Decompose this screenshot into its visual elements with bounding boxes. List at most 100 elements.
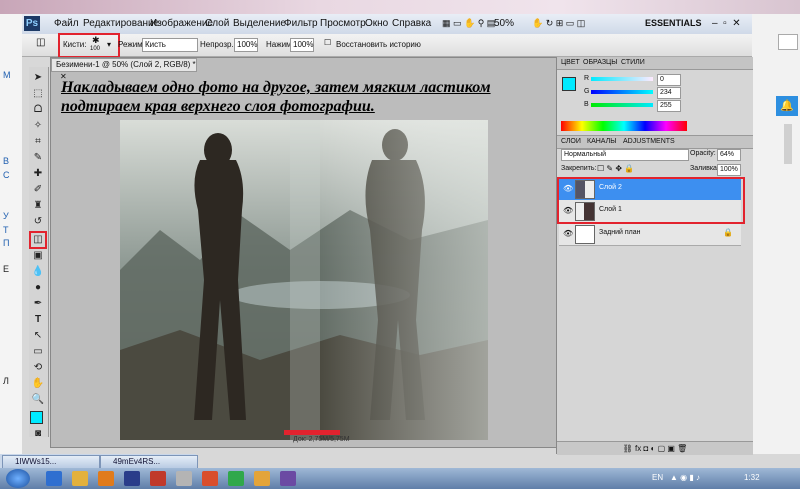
clock[interactable]: 1:32 (744, 473, 760, 482)
photoshop-task-icon[interactable] (124, 471, 140, 486)
mode-label: Режим: (118, 40, 145, 49)
window-controls[interactable]: – ▫ ✕ (712, 18, 741, 29)
tab-channels[interactable]: КАНАЛЫ (587, 138, 616, 145)
quick-mask-icon[interactable]: ◙ (31, 427, 45, 441)
pen-tool-icon[interactable]: ✒ (31, 297, 45, 311)
b-label: B (584, 101, 589, 108)
view-icons[interactable]: ✋ ↻ ⊞ ▭ ◫ (532, 18, 585, 29)
history-brush-icon[interactable]: ↺ (31, 215, 45, 229)
r-slider[interactable] (591, 77, 653, 81)
layer-row-background[interactable]: 👁 Задний план 🔒 (559, 223, 741, 246)
strip-letter: Е (3, 264, 10, 274)
b-slider[interactable] (591, 103, 653, 107)
opacity-label: Непрозр.: (200, 40, 236, 49)
layer-opacity-input[interactable]: 64% (717, 149, 741, 161)
doc-status: Док: 2,75M/5,75M (293, 436, 350, 443)
chevron-down-icon[interactable]: ▾ (107, 40, 111, 49)
app-icon[interactable] (202, 471, 218, 486)
menu-help[interactable]: Справка (392, 18, 431, 29)
eye-icon[interactable]: 👁 (563, 184, 573, 193)
healing-brush-icon[interactable]: ✚ (31, 167, 45, 181)
toolbar-icons[interactable]: ▦ ▭ ✋ ⚲ ▤ (442, 18, 495, 29)
scrollbar-thumb[interactable] (784, 124, 792, 164)
eraser-tool-icon[interactable]: ◫ (29, 231, 47, 249)
g-slider[interactable] (591, 90, 653, 94)
3d-rotate-icon[interactable]: ⟲ (31, 361, 45, 375)
opacity-input[interactable]: 100% (234, 38, 258, 52)
mode-select[interactable]: Кисть (142, 38, 198, 52)
tab-swatches[interactable]: ОБРАЗЦЫ (583, 59, 617, 66)
layer-row-layer1[interactable]: 👁 Слой 1 (559, 200, 741, 223)
chrome-icon[interactable] (254, 471, 270, 486)
tab-layers[interactable]: СЛОИ (561, 138, 581, 145)
gradient-tool-icon[interactable]: ▣ (31, 249, 45, 263)
color-spectrum-bar[interactable] (561, 121, 687, 131)
app-icon[interactable] (176, 471, 192, 486)
app-icon[interactable] (228, 471, 244, 486)
menu-view[interactable]: Просмотр (320, 18, 366, 29)
ie-icon[interactable] (46, 471, 62, 486)
document-tab[interactable]: Безимени-1 @ 50% (Слой 2, RGB/8) * ✕ (51, 58, 197, 81)
lock-icons[interactable]: ☐ ✎ ✥ 🔒 (597, 164, 634, 173)
browser-page-icon (778, 34, 798, 50)
menu-image[interactable]: Изображение (150, 18, 213, 29)
checkbox[interactable]: ☐ (324, 38, 331, 47)
app-icon[interactable] (150, 471, 166, 486)
magic-wand-icon[interactable]: ✧ (31, 119, 45, 133)
canvas-photo-composite[interactable] (120, 120, 488, 440)
layer-row-layer2[interactable]: 👁 Слой 2 (559, 178, 741, 201)
crop-tool-icon[interactable]: ⌗ (31, 135, 45, 149)
menu-edit[interactable]: Редактирование (83, 18, 159, 29)
fill-input[interactable]: 100% (717, 164, 741, 176)
taskbar-window-tab[interactable]: 1IWWs15... (2, 455, 100, 469)
bell-icon[interactable]: 🔔 (776, 96, 798, 116)
brush-tool-icon[interactable]: ✐ (31, 183, 45, 197)
b-input[interactable]: 255 (657, 100, 681, 112)
eraser-tool-icon[interactable]: ◫ (36, 37, 45, 48)
color-swatch[interactable] (562, 77, 576, 91)
r-input[interactable]: 0 (657, 74, 681, 86)
tab-adjustments[interactable]: ADJUSTMENTS (623, 138, 675, 145)
start-button[interactable] (6, 469, 30, 488)
move-tool-icon[interactable]: ➤ (31, 71, 45, 85)
eye-icon[interactable]: 👁 (563, 206, 573, 215)
explorer-icon[interactable] (72, 471, 88, 486)
menu-window[interactable]: Окно (365, 18, 388, 29)
strip-letter: М (3, 70, 11, 80)
path-select-icon[interactable]: ↖ (31, 329, 45, 343)
tray-icons[interactable]: ▲ ◉ ▮ ♪ (670, 473, 700, 482)
clone-stamp-icon[interactable]: ♜ (31, 199, 45, 213)
browser-background (0, 0, 800, 14)
pressure-input[interactable]: 100% (290, 38, 314, 52)
eye-icon[interactable]: 👁 (563, 229, 573, 238)
tab-color[interactable]: ЦВЕТ (561, 59, 580, 66)
marquee-tool-icon[interactable]: ⬚ (31, 87, 45, 101)
brush-preview-icon[interactable]: ✱ (92, 35, 100, 46)
foreground-color-swatch[interactable] (30, 411, 43, 424)
lasso-tool-icon[interactable]: ᗝ (31, 103, 45, 117)
language-indicator[interactable]: EN (652, 473, 663, 482)
taskbar-window-tab[interactable]: 49mEv4RS... (100, 455, 198, 469)
tab-styles[interactable]: СТИЛИ (621, 59, 645, 66)
zoom-level[interactable]: 50% (494, 18, 514, 29)
eyedropper-icon[interactable]: ✎ (31, 151, 45, 165)
lock-label: Закрепить: (561, 165, 597, 172)
app-icon[interactable] (280, 471, 296, 486)
zoom-tool-icon[interactable]: 🔍 (31, 393, 45, 407)
toolbox: ➤ ⬚ ᗝ ✧ ⌗ ✎ ✚ ✐ ♜ ↺ ◫ ▣ 💧 ● ✒ T ↖ ▭ ⟲ ✋ … (29, 67, 49, 439)
menu-filter[interactable]: Фильтр (284, 18, 318, 29)
g-input[interactable]: 234 (657, 87, 681, 99)
type-tool-icon[interactable]: T (31, 313, 45, 327)
menu-select[interactable]: Выделение (233, 18, 286, 29)
media-icon[interactable] (98, 471, 114, 486)
history-label: Восстановить историю (336, 40, 421, 49)
blur-tool-icon[interactable]: 💧 (31, 265, 45, 279)
blend-mode-select[interactable]: Нормальный (561, 149, 689, 161)
hand-tool-icon[interactable]: ✋ (31, 377, 45, 391)
dodge-tool-icon[interactable]: ● (31, 281, 45, 295)
menu-file[interactable]: Файл (54, 18, 79, 29)
layers-panel-footer-icons[interactable]: ⛓ fx ◘ ◐ ▢ ▣ 🗑 (557, 441, 753, 455)
menu-layer[interactable]: Слой (205, 18, 229, 29)
shape-tool-icon[interactable]: ▭ (31, 345, 45, 359)
workspace-switcher[interactable]: ESSENTIALS (645, 18, 702, 28)
